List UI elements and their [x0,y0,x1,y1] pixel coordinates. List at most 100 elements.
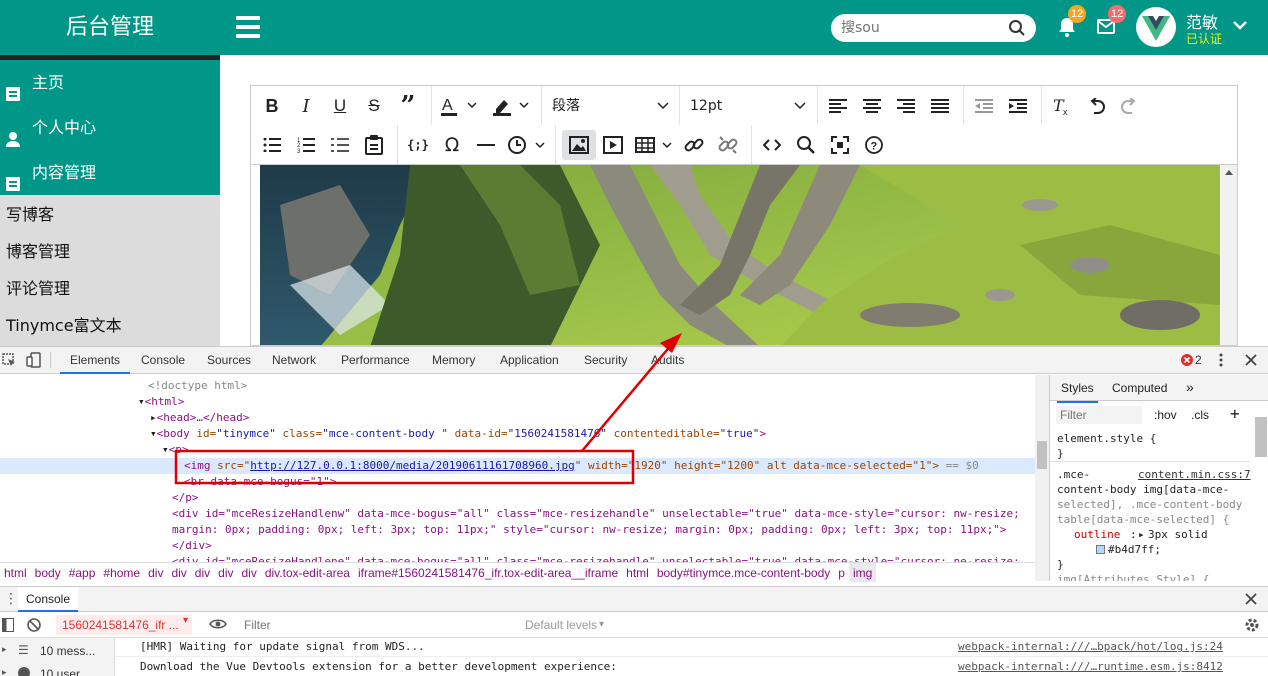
tab-performance[interactable]: Performance [341,347,410,374]
error-icon[interactable] [1181,354,1193,369]
indent-icon[interactable] [1003,91,1033,121]
dom-node[interactable]: <div id="mceResizeHandlenw" data-mce-bog… [0,506,1035,522]
redo-icon[interactable] [1115,91,1145,121]
tab-network[interactable]: Network [272,347,316,374]
search-icon[interactable] [1008,19,1026,40]
clear-format-icon[interactable]: Tx [1047,91,1077,121]
search-replace-icon[interactable] [791,130,821,160]
dom-node[interactable]: </p> [0,490,1035,506]
color-swatch[interactable] [1096,545,1105,554]
breadcrumb-item[interactable]: body#tinymce.mce-content-body [653,563,834,582]
css-property-name[interactable]: outline [1074,528,1120,541]
blockquote-icon[interactable]: ” [393,91,423,121]
sidebar-item-home[interactable]: 主页 [0,60,220,105]
breadcrumb-item[interactable]: div [214,563,237,582]
checklist-icon[interactable] [325,130,355,160]
tab-styles[interactable]: Styles [1057,375,1098,403]
tab-application[interactable]: Application [500,347,559,374]
dom-node[interactable]: margin: 0px; padding: 0px; left: 3px; to… [0,522,1035,538]
breadcrumb-item[interactable]: div [144,563,167,582]
css-property-value[interactable]: 3px solid [1148,528,1208,541]
tab-computed[interactable]: Computed [1112,375,1167,401]
dom-node[interactable]: <!doctype html> [0,378,1035,394]
tab-console[interactable]: Console [141,347,185,374]
breadcrumb-item[interactable]: img [848,563,877,582]
template-icon[interactable]: {;} [403,130,433,160]
underline-icon[interactable]: U [325,91,355,121]
help-icon[interactable]: ? [859,130,889,160]
dom-node[interactable]: ▾<p> [0,442,1035,458]
unlink-icon[interactable] [713,130,743,160]
highlight-color-icon[interactable] [489,91,535,121]
code-icon[interactable] [757,130,787,160]
styles-scroll-thumb[interactable] [1255,417,1267,457]
hov-toggle[interactable]: :hov [1154,408,1177,422]
tab-elements[interactable]: Elements [60,347,131,374]
dom-node[interactable]: ▾<html> [0,394,1035,410]
paste-icon[interactable] [359,130,389,160]
sidebar-sub-comment-manage[interactable]: 评论管理 [0,270,220,307]
sidebar-sub-write-blog[interactable]: 写博客 [0,196,220,233]
log-levels-select[interactable]: Default levels [525,612,597,638]
block-format-select[interactable]: 段落 [552,91,670,121]
bold-icon[interactable]: B [257,91,287,121]
align-center-icon[interactable] [857,91,887,121]
clear-console-icon[interactable] [27,618,41,635]
sidebar-sub-tinymce[interactable]: Tinymce富文本 [0,307,220,344]
italic-icon[interactable]: I [291,91,321,121]
search-input[interactable] [841,19,1001,37]
hamburger-menu-icon[interactable] [236,16,260,38]
dom-scrollbar[interactable] [1035,375,1049,581]
outdent-icon[interactable] [969,91,999,121]
breadcrumb-item[interactable]: p [834,563,849,582]
console-context-select[interactable]: 1560241581476_ifr ... [56,615,192,635]
tab-audits[interactable]: Audits [651,347,684,374]
more-tabs-icon[interactable]: » [1186,375,1194,399]
align-justify-icon[interactable] [925,91,955,121]
font-size-select[interactable]: 12pt [690,91,807,121]
chevron-down-icon[interactable]: ▾ [599,612,604,638]
image-src-link[interactable]: http://127.0.0.1:8000/media/201906111617… [250,459,575,472]
css-color-value[interactable]: #b4d7ff; [1108,543,1161,556]
add-rule-icon[interactable]: + [1230,404,1240,423]
editor-scrollbar[interactable] [1221,165,1237,345]
console-source-link[interactable]: webpack-internal:///…runtime.esm.js:8412 [958,660,1223,673]
breadcrumb-item[interactable]: #home [99,563,144,582]
fullscreen-icon[interactable] [825,130,855,160]
tab-memory[interactable]: Memory [432,347,475,374]
clock-icon[interactable] [505,130,551,160]
cls-toggle[interactable]: .cls [1191,408,1209,422]
table-icon[interactable] [632,130,678,160]
user-messages-count[interactable]: 10 user... [40,667,89,676]
media-icon[interactable] [598,130,628,160]
align-right-icon[interactable] [891,91,921,121]
sidebar-item-content[interactable]: 内容管理 [0,150,220,195]
expand-triangle-icon[interactable]: ▸ [2,644,7,655]
tab-security[interactable]: Security [584,347,627,374]
dom-node[interactable]: </div> [0,538,1035,554]
expand-triangle-icon[interactable]: ▸ [2,667,7,676]
breadcrumb-item[interactable]: div.tox-edit-area [261,563,354,582]
link-icon[interactable] [679,130,709,160]
bullet-list-icon[interactable] [257,130,287,160]
console-filter-input[interactable] [244,616,514,634]
drawer-tab-console[interactable]: Console [18,587,78,612]
styles-filter-input[interactable] [1056,406,1142,424]
align-left-icon[interactable] [823,91,853,121]
drawer-menu-icon[interactable]: ⋮ [4,590,18,607]
sidebar-sub-blog-manage[interactable]: 博客管理 [0,233,220,270]
rule-source-link[interactable]: content.min.css:7 [1138,468,1251,481]
breadcrumb-item[interactable]: #app [65,563,100,582]
dom-node[interactable]: ▾<body id="tinymce" class="mce-content-b… [0,426,1035,442]
text-color-icon[interactable]: A [437,91,483,121]
avatar[interactable] [1136,7,1176,47]
breadcrumb-item[interactable]: html [0,563,31,582]
image-icon[interactable] [562,130,596,160]
sidebar-item-profile[interactable]: 个人中心 [0,105,220,150]
dom-node[interactable]: <br data-mce-bogus="1"> [0,474,1035,490]
eye-icon[interactable] [209,617,227,634]
close-icon[interactable] [1245,593,1257,608]
more-options-icon[interactable] [1218,353,1224,370]
tab-sources[interactable]: Sources [207,347,251,374]
breadcrumb-item[interactable]: div [191,563,214,582]
